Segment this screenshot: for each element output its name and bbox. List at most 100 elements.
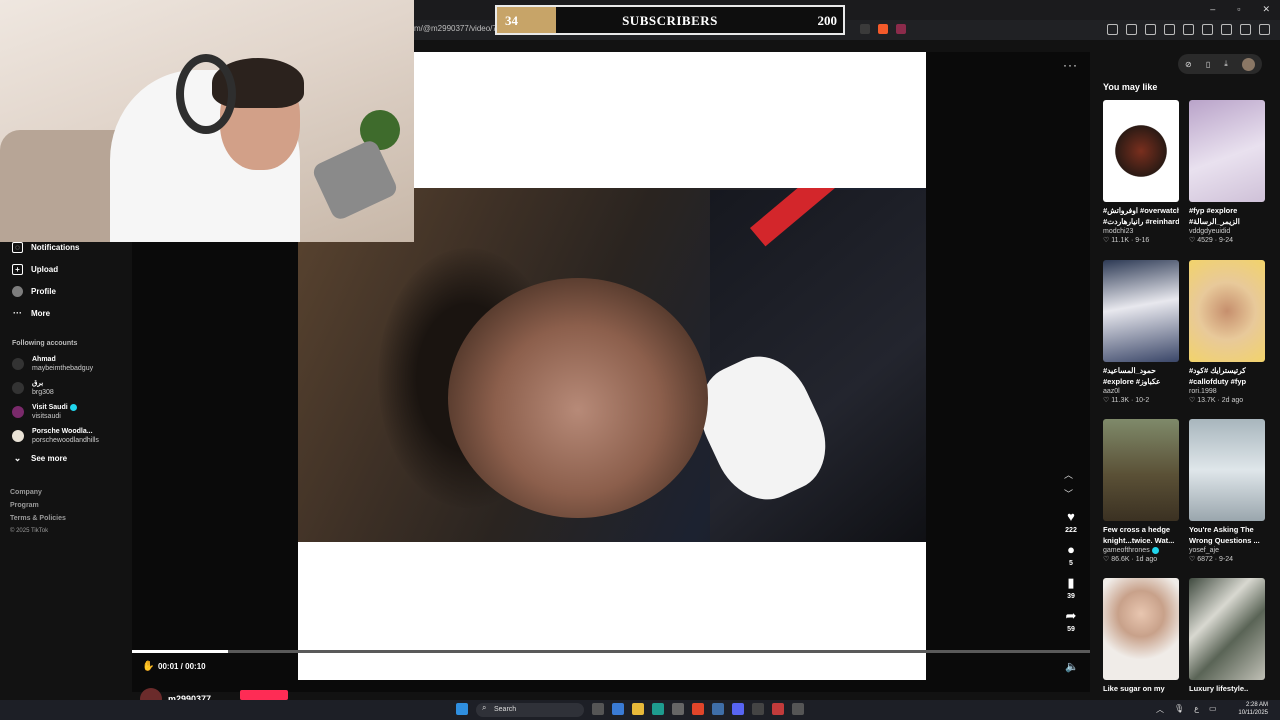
steam-icon[interactable] (712, 703, 724, 715)
brave-shield-icon[interactable] (878, 24, 888, 34)
chevron-up-icon[interactable]: ︿ (1064, 468, 1073, 481)
following-account[interactable]: Ahmad maybeimthebadguy (12, 355, 93, 373)
more-options-icon[interactable]: ··· (1063, 58, 1078, 72)
card-caption: Like sugar on my (1103, 684, 1165, 693)
wallet-icon[interactable] (1202, 24, 1213, 35)
obs-icon[interactable] (772, 703, 784, 715)
discord-icon[interactable] (732, 703, 744, 715)
user-avatar[interactable] (1241, 57, 1255, 71)
vpn-icon[interactable] (1240, 24, 1251, 35)
language-icon[interactable]: ع (1194, 704, 1199, 715)
app-icon[interactable] (752, 703, 764, 715)
leo-icon[interactable] (1221, 24, 1232, 35)
like-count: 222 (1065, 527, 1077, 534)
bell-icon: ◌ (12, 242, 23, 253)
nav-more[interactable]: ··· More (12, 308, 50, 319)
download-icon[interactable]: ⤓ (1224, 59, 1228, 69)
account-name: Porsche Woodla... (32, 428, 93, 435)
account-name: Visit Saudi (32, 404, 68, 411)
edge-icon[interactable] (652, 703, 664, 715)
close-icon[interactable]: ✕ (1262, 4, 1270, 15)
footer-program-link[interactable]: Program (10, 499, 66, 512)
start-icon-group (456, 703, 468, 715)
avatar (12, 406, 24, 418)
verified-icon (69, 403, 77, 411)
pause-icon[interactable]: ✋ (142, 661, 154, 672)
card-caption: You're Asking The Wrong Questions ... (1189, 525, 1260, 545)
network-icon[interactable]: ▭ (1209, 704, 1217, 715)
video-thumbnail (1189, 419, 1265, 521)
reading-list-icon[interactable] (1164, 24, 1175, 35)
card-caption: Few cross a hedge knight...twice. Wat... (1103, 525, 1175, 545)
recommended-video-card[interactable]: #اوفرواتش #overwatch #رانيارهاردت #reinha… (1103, 100, 1179, 246)
card-user: modchi23 (1103, 228, 1134, 235)
volume-icon[interactable]: 🔈 (1065, 660, 1079, 673)
card-stats: ♡ 13.7K · 2d ago (1189, 397, 1244, 404)
file-explorer-icon[interactable] (632, 703, 644, 715)
video-thumbnail (1189, 100, 1265, 202)
compass-icon[interactable]: ⊘ (1185, 60, 1192, 69)
nav-profile[interactable]: Profile (12, 286, 56, 297)
bookmark-icon: ▮ (1067, 575, 1075, 590)
recommended-video-card[interactable]: Few cross a hedge knight...twice. Wat... … (1103, 419, 1179, 565)
shield-icon[interactable] (860, 24, 870, 34)
maximize-icon[interactable]: ▫ (1237, 4, 1240, 15)
taskbar-search[interactable]: Search (476, 703, 584, 717)
nav-label: More (31, 309, 51, 318)
account-name: Ahmad (32, 356, 56, 363)
brave-rewards-icon[interactable] (896, 24, 906, 34)
comment-action[interactable]: ● 5 (1060, 543, 1082, 568)
nav-notifications[interactable]: ◌ Notifications (12, 242, 79, 253)
share-icon: ➦ (1065, 608, 1077, 623)
chevron-up-icon[interactable]: ︿ (1156, 704, 1164, 715)
store-icon[interactable] (672, 703, 684, 715)
card-user: gameofthrones (1103, 546, 1179, 555)
top-right-icons: ⊘ ▯ ⤓ (1178, 54, 1262, 74)
following-account[interactable]: Visit Saudi visitsaudi (12, 403, 77, 421)
copyright: © 2025 TikTok (10, 528, 49, 534)
extension-icon[interactable] (1126, 24, 1137, 35)
extension-icon[interactable] (1107, 24, 1118, 35)
clock[interactable]: 2:28 AM 10/11/2025 (1238, 701, 1268, 717)
address-bar-url[interactable]: m/@m2990377/video/75 (414, 24, 501, 33)
sidebar-icon[interactable] (1183, 24, 1194, 35)
video-progress-track[interactable] (132, 650, 1090, 653)
save-action[interactable]: ▮ 39 (1060, 575, 1082, 601)
app-icon[interactable] (792, 703, 804, 715)
heart-icon: ♥ (1067, 509, 1075, 524)
account-name: برق (32, 380, 44, 387)
windows-start-icon[interactable] (456, 703, 468, 715)
footer-terms-link[interactable]: Terms & Policies (10, 512, 66, 525)
brave-icon[interactable] (692, 703, 704, 715)
see-more-button[interactable]: ⌄ See more (12, 453, 67, 464)
recommended-video-card[interactable]: Like sugar on my (1103, 578, 1179, 694)
extension-icons (1107, 24, 1270, 35)
subscriber-goal-bar: 34 SUBSCRIBERS 200 (495, 5, 845, 35)
recommended-video-card[interactable]: Luxury lifestyle.. (1189, 578, 1265, 694)
microphone-icon[interactable]: 🎙 (1174, 704, 1184, 715)
video-thumbnail (1103, 419, 1179, 521)
footer-links: Company Program Terms & Policies © 2025 … (10, 486, 66, 538)
recommended-video-card[interactable]: #fyp #explore #الزيمر_الرسالة vddgdyeuidi… (1189, 100, 1265, 246)
mobile-icon[interactable]: ▯ (1206, 60, 1210, 69)
like-action[interactable]: ♥ 222 (1060, 509, 1082, 535)
recommended-video-card[interactable]: #حمود_المساعيد #explore #عكباوز aaz0l ♡ 1… (1103, 260, 1179, 406)
chevron-down-icon[interactable]: ﹀ (1064, 487, 1073, 500)
footer-company-link[interactable]: Company (10, 486, 66, 499)
recommended-video-card[interactable]: You're Asking The Wrong Questions ... yos… (1189, 419, 1265, 565)
recommended-video-card[interactable]: #كرتيسترايك #كود #callofduty #fyp rori.19… (1189, 260, 1265, 406)
nav-upload[interactable]: + Upload (12, 264, 58, 275)
minimize-icon[interactable]: – (1210, 4, 1215, 15)
task-view-icon[interactable] (592, 703, 604, 715)
upload-icon: + (12, 264, 23, 275)
copilot-icon[interactable] (612, 703, 624, 715)
card-caption: #اوفرواتش #overwatch #رانيارهاردت #reinha… (1103, 206, 1179, 226)
follow-button[interactable] (240, 690, 288, 700)
following-account[interactable]: برق brg308 (12, 379, 54, 397)
nav-label: Profile (31, 287, 56, 296)
card-user: aaz0l (1103, 388, 1120, 395)
music-icon[interactable] (1145, 24, 1156, 35)
menu-icon[interactable] (1259, 24, 1270, 35)
share-action[interactable]: ➦ 59 (1060, 608, 1082, 634)
following-account[interactable]: Porsche Woodla... porschewoodlandhills (12, 427, 99, 445)
